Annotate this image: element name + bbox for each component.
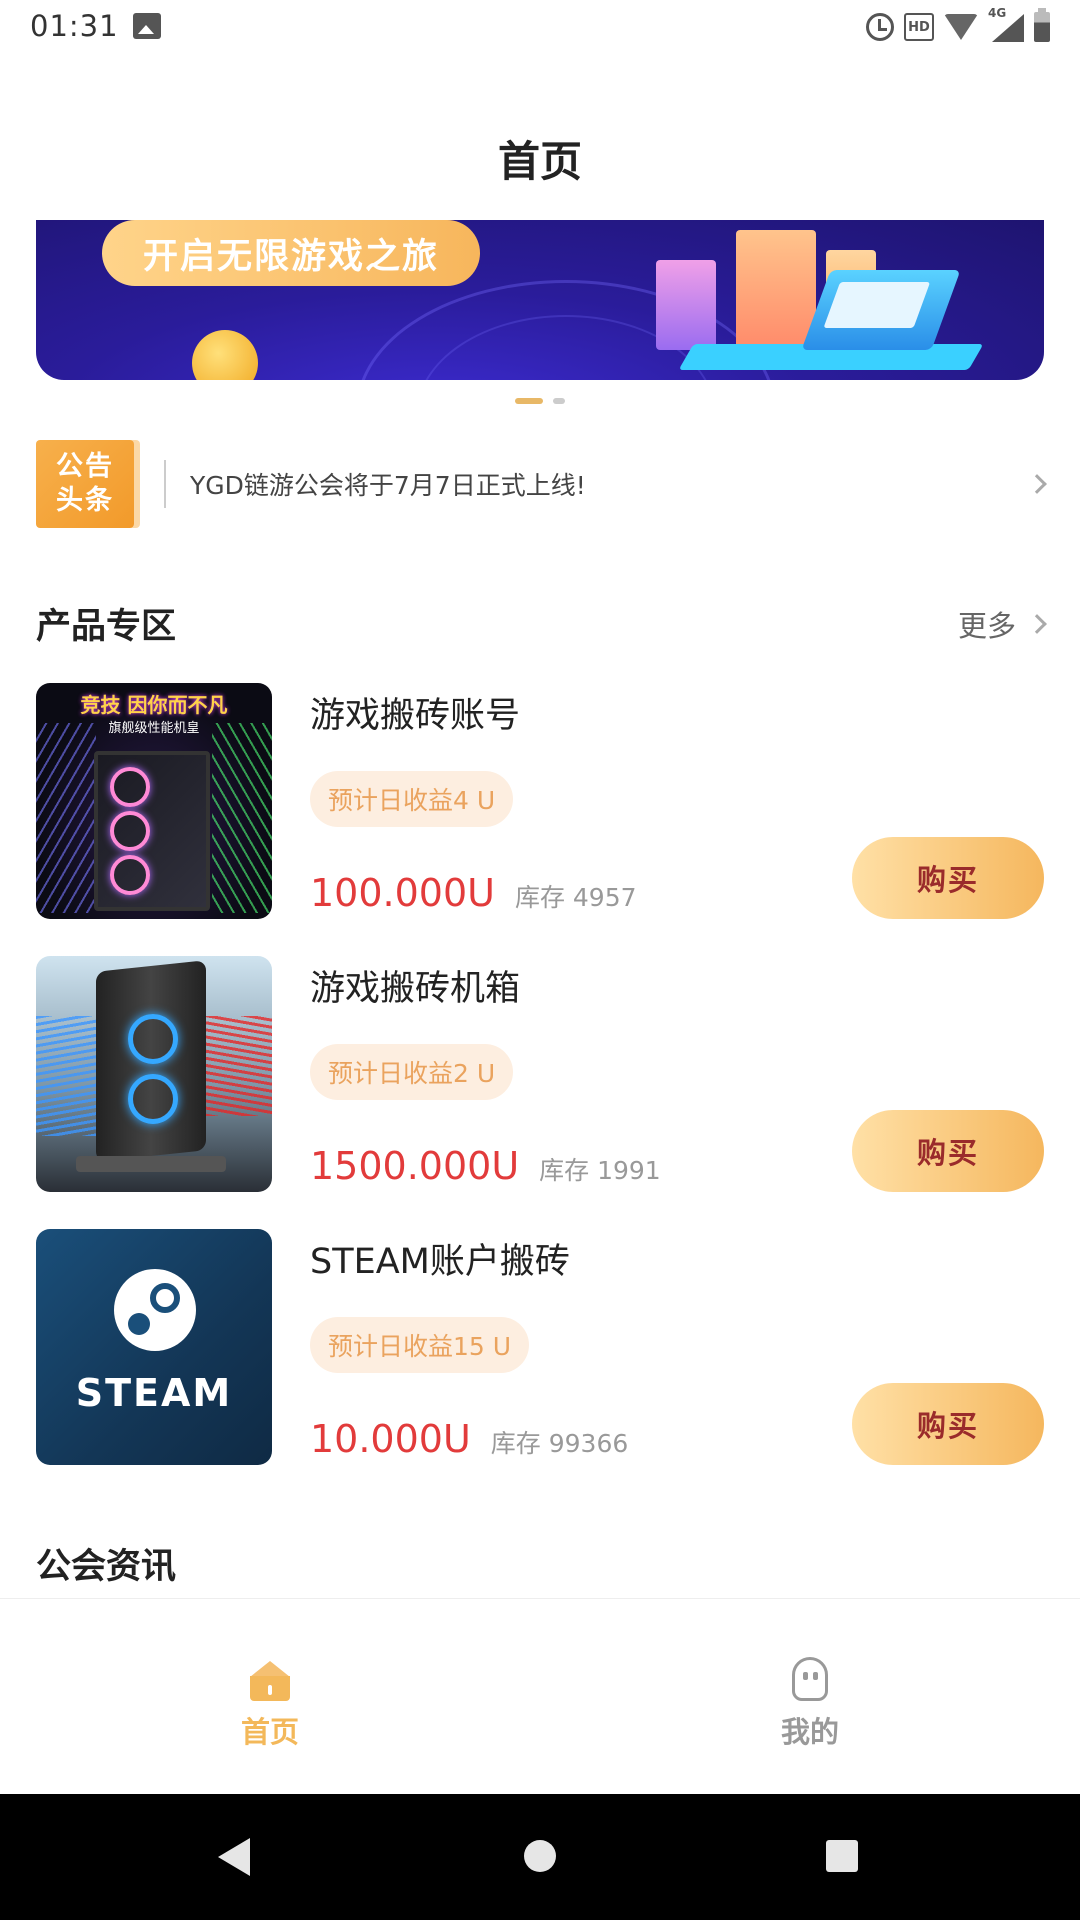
page-title: 首页: [497, 137, 582, 186]
product-image: 竞技 因你而不凡 旗舰级性能机皇: [36, 683, 272, 919]
products-section-header: 产品专区 更多: [36, 598, 1047, 649]
buy-button[interactable]: 购买: [852, 1383, 1044, 1465]
notice-badge: 公告 头条: [36, 440, 134, 528]
product-name: STEAM账户搬砖: [310, 1242, 570, 1282]
daily-yield-tag: 预计日收益15 U: [310, 1317, 530, 1373]
product-image-subline: 旗舰级性能机皇: [108, 721, 200, 736]
section-title: 公会资讯: [36, 1547, 177, 1587]
laptop-icon: [801, 270, 961, 350]
pager-dot-active[interactable]: [515, 398, 543, 404]
signal-icon: 4G: [988, 6, 1024, 42]
daily-yield-tag: 预计日收益4 U: [310, 771, 514, 827]
image-notification-icon: [133, 13, 161, 39]
product-stock: 库存 99366: [490, 1429, 629, 1458]
price-row: 1500.000U 库存 1991: [310, 1144, 661, 1188]
product-name: 游戏搬砖账号: [310, 696, 521, 736]
chevron-right-icon: [1027, 474, 1047, 494]
product-card[interactable]: 竞技 因你而不凡 旗舰级性能机皇 游戏搬砖账号 预计日收益4 U 100.000…: [36, 683, 1044, 919]
status-icons: HD 4G: [866, 6, 1050, 44]
product-image: STEAM: [36, 1229, 272, 1465]
product-name: 游戏搬砖机箱: [310, 969, 521, 1009]
buy-button[interactable]: 购买: [852, 1110, 1044, 1192]
product-price: 1500.000U: [310, 1144, 520, 1188]
more-link[interactable]: 更多: [957, 603, 1047, 645]
notice-text: YGD链游公会将于7月7日正式上线!: [190, 471, 586, 500]
daily-yield-tag: 预计日收益2 U: [310, 1044, 514, 1100]
notice-bar[interactable]: 公告 头条 YGD链游公会将于7月7日正式上线!: [36, 440, 1047, 528]
section-title: 产品专区: [36, 607, 177, 647]
profile-icon: [792, 1657, 828, 1701]
news-section-header: 公会资讯: [36, 1538, 1044, 1589]
hd-icon: HD: [904, 13, 934, 41]
product-card[interactable]: STEAM STEAM账户搬砖 预计日收益15 U 10.000U 库存 993…: [36, 1229, 1044, 1465]
recent-apps-icon[interactable]: [826, 1840, 858, 1872]
product-price: 100.000U: [310, 871, 495, 915]
product-stock: 库存 1991: [539, 1156, 661, 1185]
status-bar: 01:31 HD 4G: [0, 0, 1080, 54]
banner-illustration: [626, 220, 1006, 380]
tab-home[interactable]: 首页: [200, 1657, 340, 1751]
steam-logo-icon: [114, 1269, 196, 1351]
wifi-icon: [944, 14, 978, 40]
price-row: 100.000U 库存 4957: [310, 871, 637, 915]
pager-dot[interactable]: [553, 398, 565, 404]
product-image-headline: 竞技 因你而不凡: [80, 693, 228, 717]
alarm-icon: [866, 13, 894, 41]
notice-badge-line1: 公告: [56, 451, 114, 482]
notice-badge-line2: 头条: [56, 485, 114, 516]
battery-icon: [1034, 8, 1050, 42]
system-navigation-bar: [0, 1794, 1080, 1920]
chevron-right-icon: [1027, 613, 1047, 634]
steam-wordmark: STEAM: [75, 1371, 233, 1415]
tab-mine[interactable]: 我的: [740, 1657, 880, 1751]
banner-pager: [0, 398, 1080, 404]
notice-divider: [164, 460, 166, 508]
product-stock: 库存 4957: [514, 883, 637, 912]
bottom-tab-bar: 首页 我的: [0, 1598, 1080, 1794]
coin-icon: [192, 330, 258, 380]
banner-slogan: 开启无限游戏之旅: [102, 220, 480, 286]
price-row: 10.000U 库存 99366: [310, 1417, 628, 1461]
buy-button[interactable]: 购买: [852, 837, 1044, 919]
product-price: 10.000U: [310, 1417, 471, 1461]
tab-mine-label: 我的: [780, 1715, 839, 1749]
more-label: 更多: [957, 608, 1016, 643]
promo-banner[interactable]: 开启无限游戏之旅: [36, 220, 1044, 380]
tab-home-label: 首页: [240, 1715, 299, 1749]
back-icon[interactable]: [218, 1838, 250, 1876]
home-icon: [250, 1661, 290, 1701]
home-circle-icon[interactable]: [524, 1840, 556, 1872]
status-time: 01:31: [30, 9, 119, 43]
product-card[interactable]: 游戏搬砖机箱 预计日收益2 U 1500.000U 库存 1991 购买: [36, 956, 1044, 1192]
product-image: [36, 956, 272, 1192]
